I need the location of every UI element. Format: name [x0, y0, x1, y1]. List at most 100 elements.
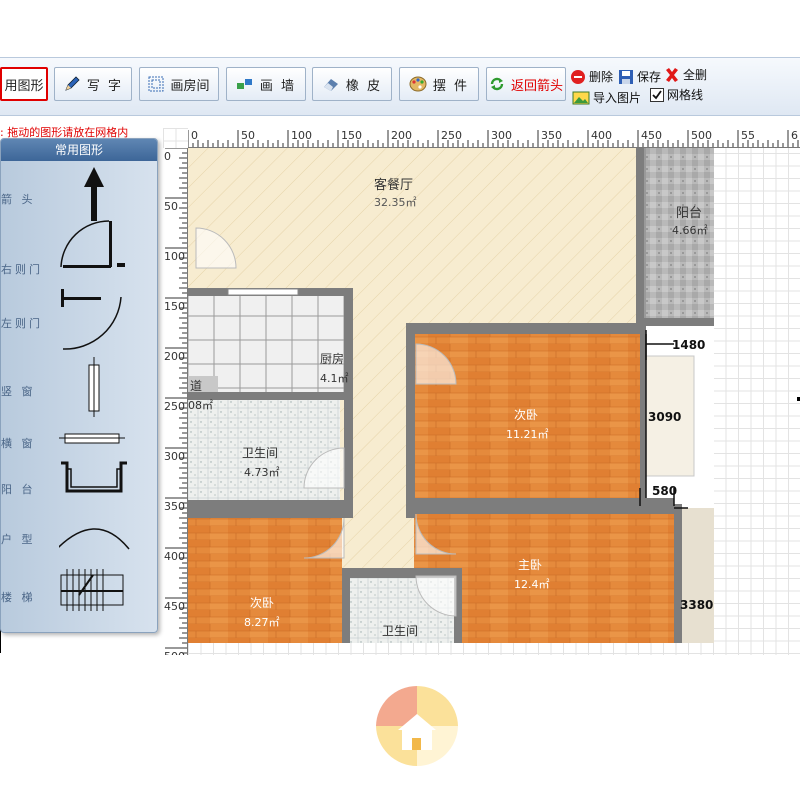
pencil-icon	[63, 75, 81, 93]
common-shapes-label: 用图形	[4, 78, 44, 94]
label-bedroom2-area: 11.21㎡	[506, 428, 549, 441]
right-door-shape-icon[interactable]	[59, 219, 129, 286]
palette-label-vertical-window: 竖 窗	[1, 385, 36, 398]
ruler-top-label: 300	[491, 129, 512, 142]
checkbox-checked-icon[interactable]	[650, 87, 664, 102]
small-actions: 删除 保存 全删 导入图片 网格线	[570, 66, 800, 108]
label-bedroom3: 次卧	[250, 596, 275, 610]
arrow-shape-icon[interactable]	[59, 165, 129, 226]
ruler-left-label: 400	[164, 550, 185, 563]
palette-label-right-door: 右则门	[1, 263, 43, 276]
ruler-top-label: 100	[291, 129, 312, 142]
ruler-top-label: 350	[541, 129, 562, 142]
eraser-label: 橡 皮	[345, 78, 383, 94]
ruler-left-label: 100	[164, 250, 185, 263]
label-living-room-area: 32.35㎡	[374, 196, 417, 209]
import-image-button[interactable]: 导入图片	[572, 89, 641, 106]
ruler-top-label: 50	[241, 129, 255, 142]
draw-room-label: 画房间	[170, 78, 210, 94]
eraser-button[interactable]: 橡 皮	[312, 67, 392, 101]
app-root: 用图形 写 字 画房间 画 墙 橡 皮 摆 件 返回箭头 删除 保存 全删 导入…	[0, 0, 800, 800]
label-kitchen: 厨房	[320, 352, 345, 366]
wall-icon	[236, 77, 254, 91]
stairs-shape-icon[interactable]	[59, 567, 129, 616]
label-corridor: 道	[190, 379, 203, 393]
delete-label: 删除	[589, 70, 614, 84]
ruler-top-label: 0	[191, 129, 198, 142]
ruler-top-label: 250	[441, 129, 462, 142]
delete-all-label: 全删	[683, 68, 708, 82]
ruler-left-label: 50	[164, 200, 178, 213]
left-door-shape-icon[interactable]	[59, 285, 129, 354]
delete-button[interactable]: 删除	[570, 68, 613, 85]
red-x-icon	[664, 67, 680, 83]
palette-label-balcony: 阳 台	[1, 483, 36, 496]
ruler-left-label: 250	[164, 400, 185, 413]
common-shapes-palette: 常用图形 箭 头 右则门 左则门 竖 窗 横 窗 阳 台 户 型 楼 梯	[0, 138, 158, 633]
palette-label-stairs: 楼 梯	[1, 591, 36, 604]
ruler-left-label: 500	[164, 650, 185, 655]
draw-room-button[interactable]: 画房间	[139, 67, 219, 101]
write-text-button[interactable]: 写 字	[54, 67, 132, 101]
write-text-label: 写 字	[86, 78, 124, 94]
palette-title: 常用图形	[1, 139, 157, 161]
image-icon	[572, 91, 590, 105]
ruler-left-label: 350	[164, 500, 185, 513]
ruler-left: 0 50 100 150 200 250 300 350 400 450 500	[163, 148, 188, 655]
label-bedroom2: 次卧	[514, 408, 539, 422]
ruler-left-label: 150	[164, 300, 185, 313]
palette-label-left-door: 左则门	[1, 317, 43, 330]
label-balcony-area: 4.66㎡	[672, 224, 708, 237]
furniture-button[interactable]: 摆 件	[399, 67, 479, 101]
ruler-top-label: 400	[591, 129, 612, 142]
ruler-top-label: 500	[691, 129, 712, 142]
ruler-left-label: 450	[164, 600, 185, 613]
dimension-1480: 1480	[672, 338, 706, 352]
refresh-icon	[489, 76, 505, 92]
label-bathroom2: 卫生间	[382, 624, 419, 638]
label-bathroom1: 卫生间	[242, 446, 279, 460]
grid-lines-label: 网格线	[667, 88, 704, 102]
eraser-icon	[322, 76, 340, 92]
draw-wall-label: 画 墙	[259, 78, 297, 94]
ruler-top-label: 450	[641, 129, 662, 142]
house-logo-icon	[376, 686, 458, 766]
horizontal-window-shape-icon[interactable]	[59, 427, 129, 454]
ruler-top-label: 55	[741, 129, 755, 142]
ruler-top-label: 150	[341, 129, 362, 142]
label-kitchen-area: 4.1㎡	[320, 372, 349, 385]
common-shapes-button[interactable]: 用图形	[0, 67, 48, 101]
ruler-left-label: 0	[164, 150, 171, 163]
delete-icon	[570, 69, 586, 85]
palette-label-horizontal-window: 横 窗	[1, 437, 36, 450]
palette-icon	[409, 76, 427, 92]
vertical-window-shape-icon[interactable]	[59, 357, 129, 420]
ruler-top: 0 50 100 150 200 250 300 350 400 450 500 55 6	[188, 128, 800, 148]
room-grid-icon	[148, 76, 164, 92]
toolbar: 用图形 写 字 画房间 画 墙 橡 皮 摆 件 返回箭头 删除 保存 全删 导入…	[0, 57, 800, 116]
palette-label-layout: 户 型	[1, 533, 36, 546]
label-bathroom1-area: 4.73㎡	[244, 466, 280, 479]
ruler-left-label: 300	[164, 450, 185, 463]
return-arrow-button[interactable]: 返回箭头	[486, 67, 566, 101]
house-logo	[374, 686, 460, 766]
label-bedroom3-area: 8.27㎡	[244, 616, 280, 629]
floor-plan-drawing	[188, 148, 714, 643]
label-master-bedroom-area: 12.4㎡	[514, 578, 550, 591]
palette-label-arrow: 箭 头	[1, 193, 36, 206]
floor-plan[interactable]: 客餐厅 32.35㎡ 阳台 4.66㎡ 厨房 4.1㎡ 道 08㎡ 卫生间 4.…	[188, 148, 714, 643]
save-button[interactable]: 保存	[618, 68, 661, 85]
dimension-3380: 3380	[680, 598, 714, 612]
delete-all-button[interactable]: 全删	[664, 66, 707, 83]
return-arrow-label: 返回箭头	[510, 78, 563, 94]
balcony-shape-icon[interactable]	[59, 461, 129, 504]
dimension-580: 580	[652, 484, 678, 498]
import-image-label: 导入图片	[593, 91, 642, 105]
layout-arc-shape-icon[interactable]	[52, 517, 139, 560]
draw-wall-button[interactable]: 画 墙	[226, 67, 306, 101]
floppy-icon	[618, 69, 634, 85]
label-living-room: 客餐厅	[374, 178, 414, 193]
label-balcony: 阳台	[676, 206, 703, 221]
dimension-3090: 3090	[648, 410, 682, 424]
grid-lines-toggle[interactable]: 网格线	[650, 86, 703, 103]
